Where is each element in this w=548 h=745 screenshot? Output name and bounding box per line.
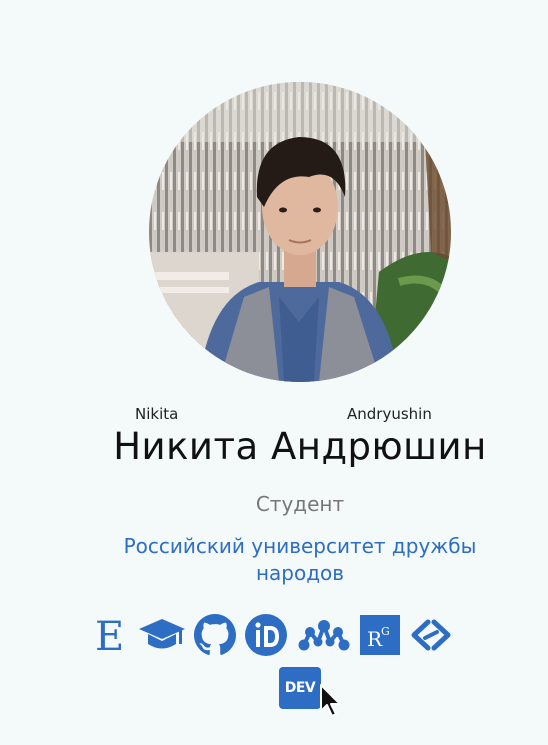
given-name-latin: Nikita	[135, 405, 179, 423]
graduation-cap-icon[interactable]	[138, 617, 186, 653]
orcid-icon[interactable]	[244, 613, 288, 657]
social-links: E R G	[94, 613, 454, 657]
family-name-latin: Andryushin	[347, 405, 432, 423]
mendeley-icon[interactable]	[296, 618, 352, 652]
avatar-photo	[149, 82, 451, 382]
svg-text:G: G	[381, 625, 390, 638]
svg-text:E: E	[95, 615, 124, 655]
github-icon[interactable]	[194, 614, 236, 656]
role-label: Студент	[255, 492, 345, 516]
mouse-cursor-icon	[320, 684, 341, 717]
researchgate-icon[interactable]: R G	[360, 615, 400, 655]
dev-icon[interactable]: DEV	[279, 667, 321, 709]
elibrary-icon[interactable]: E	[94, 615, 130, 655]
organization-link[interactable]: Российский университет дружбы народов	[80, 533, 520, 587]
full-name: Никита Андрюшин	[113, 425, 487, 468]
link-icon[interactable]	[408, 618, 454, 652]
avatar	[149, 82, 451, 382]
